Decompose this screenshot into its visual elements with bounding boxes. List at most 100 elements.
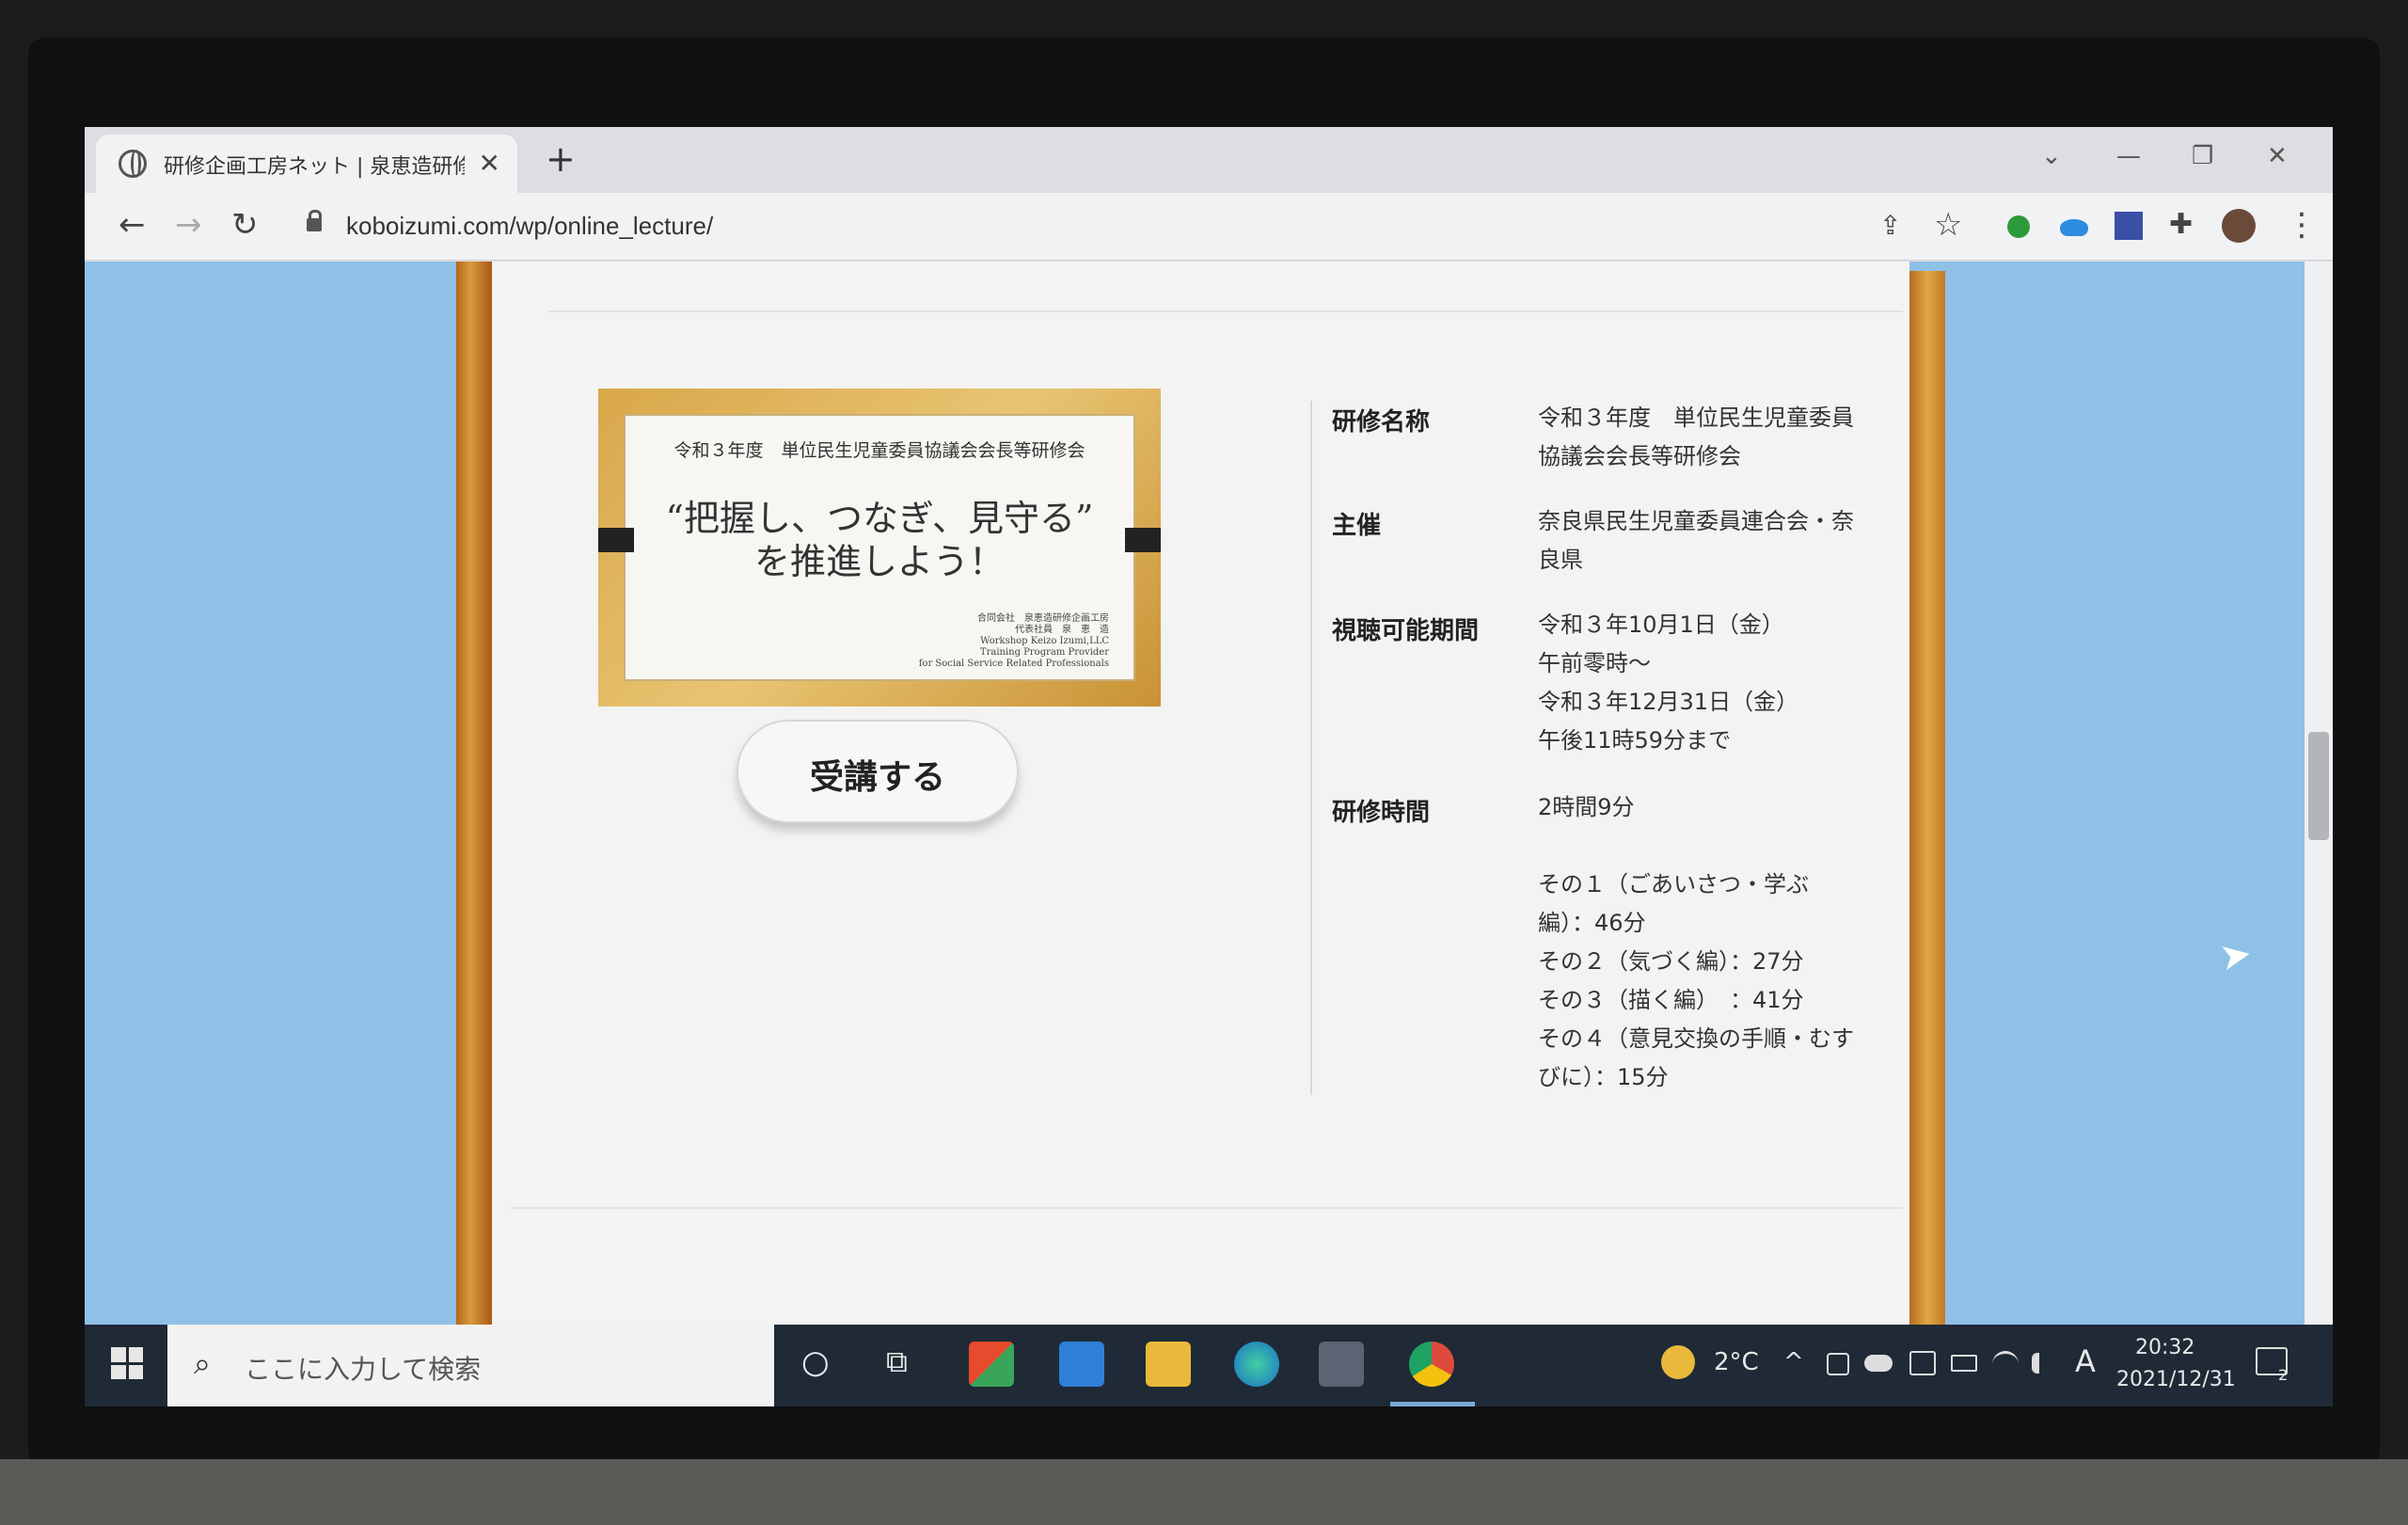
sig-line: 合同会社 泉恵造研修企画工房 (977, 613, 1109, 624)
sig-line: 代表社員 泉 恵 造 (1015, 625, 1109, 635)
task-view-icon[interactable]: ⧉ (886, 1343, 908, 1380)
clock-time[interactable]: 20:32 (2135, 1336, 2194, 1359)
screen: 研修企画工房ネット | 泉恵造研修企画 ✕ + ⌄ — ❐ ✕ ← → ↻ ko… (85, 127, 2333, 1406)
divider-bottom (511, 1207, 1903, 1209)
windows-start-icon[interactable] (111, 1347, 143, 1379)
page-viewport: 令和３年度 単位民生児童委員協議会会長等研修会 “把握し、つなぎ、見守る” を推… (85, 262, 2333, 1325)
duration-total: 2時間9分 (1538, 794, 1635, 820)
tab-title: 研修企画工房ネット | 泉恵造研修企画 (164, 155, 465, 179)
enroll-button-label: 受講する (809, 758, 945, 797)
sig-line: Training Program Provider (979, 647, 1109, 658)
mouse-cursor-icon: ➤ (2216, 931, 2256, 980)
reload-button[interactable]: ↻ (231, 206, 259, 244)
host-value: 奈良県民生児童委員連合会・奈 良県 (1538, 502, 1905, 580)
content-paper: 令和３年度 単位民生児童委員協議会会長等研修会 “把握し、つなぎ、見守る” を推… (492, 262, 1909, 1325)
duration-value: 2時間9分 (1538, 788, 1905, 827)
scrollbar[interactable] (2305, 262, 2333, 1325)
period-line: 令和３年10月1日（金） (1538, 612, 1784, 638)
meet-now-icon[interactable] (1827, 1353, 1849, 1375)
clock-date[interactable]: 2021/12/31 (2116, 1368, 2236, 1391)
address-bar[interactable]: koboizumi.com/wp/online_lecture/ (346, 212, 713, 241)
tray-overflow-icon[interactable]: ^ (1783, 1348, 1804, 1376)
minimize-button[interactable]: — (2116, 142, 2141, 170)
restore-button[interactable]: ❐ (2192, 142, 2213, 170)
period-label: 視聴可能期間 (1332, 617, 1480, 645)
active-app-indicator (1390, 1402, 1475, 1406)
tab-close-button[interactable]: ✕ (479, 148, 500, 179)
duration-part: びに）：15分 (1538, 1064, 1669, 1090)
wifi-icon[interactable] (1992, 1351, 2019, 1377)
camera-icon[interactable] (1319, 1342, 1364, 1387)
tab-search-chevron-icon[interactable]: ⌄ (2041, 142, 2062, 170)
notification-badge: 2 (2278, 1366, 2289, 1384)
period-line: 令和３年12月31日（金） (1538, 689, 1799, 715)
duration-parts: その１（ごあいさつ・学ぶ 編）：46分 その２（気づく編）：27分 その３（描く… (1538, 866, 1905, 1097)
store-icon[interactable] (969, 1342, 1014, 1387)
extensions-puzzle-icon[interactable]: ✚ (2169, 208, 2193, 241)
file-explorer-icon[interactable] (1146, 1342, 1191, 1387)
course-name-value: 令和３年度 単位民生児童委員 協議会会長等研修会 (1538, 399, 1905, 476)
duration-part: 編）：46分 (1538, 910, 1646, 936)
display-icon[interactable] (1909, 1351, 1936, 1375)
new-tab-button[interactable]: + (546, 138, 576, 180)
battery-icon[interactable] (1951, 1355, 1977, 1372)
divider-top (548, 310, 1903, 312)
host-label: 主催 (1332, 512, 1382, 540)
sig-line: for Social Service Related Professionals (918, 659, 1109, 669)
duration-label: 研修時間 (1332, 799, 1431, 827)
desk-surface (0, 1459, 2408, 1525)
thumbnail-top-line: 令和３年度 単位民生児童委員協議会会長等研修会 (673, 440, 1085, 461)
period-line: 午後11時59分まで (1538, 727, 1732, 754)
thumbnail-main-line2: を推進しよう！ (753, 541, 1005, 582)
duration-part: その３（描く編） ：41分 (1538, 987, 1804, 1013)
course-name-line: 令和３年度 単位民生児童委員 (1538, 405, 1854, 431)
weather-temperature[interactable]: 2°C (1714, 1348, 1759, 1376)
forward-button[interactable]: → (175, 206, 202, 244)
enroll-button[interactable]: 受講する (737, 720, 1019, 823)
details-divider (1310, 401, 1312, 1095)
browser-menu-icon[interactable]: ⋮ (2286, 206, 2318, 244)
edge-browser-icon[interactable] (1234, 1342, 1279, 1387)
course-name-label: 研修名称 (1332, 408, 1431, 437)
search-icon: ⌕ (194, 1345, 211, 1381)
chrome-icon[interactable] (1409, 1342, 1454, 1387)
onedrive-icon[interactable] (1864, 1355, 1893, 1372)
mail-icon[interactable] (1059, 1342, 1104, 1387)
taskbar: ⌕ ここに入力して検索 ○ ⧉ 2°C ^ A 20:32 2021/12/31… (85, 1325, 2333, 1406)
lock-icon (307, 210, 322, 231)
scrollbar-thumb[interactable] (2308, 732, 2329, 840)
thumbnail-tab-right (1125, 528, 1161, 552)
taskbar-search[interactable]: ⌕ ここに入力して検索 (167, 1325, 774, 1406)
ime-indicator[interactable]: A (2075, 1343, 2096, 1379)
cloud-extension-icon[interactable] (2060, 219, 2088, 236)
duration-part: その１（ごあいさつ・学ぶ (1538, 871, 1809, 898)
weather-icon[interactable] (1661, 1345, 1695, 1379)
bookmark-star-icon[interactable]: ☆ (1934, 206, 1962, 244)
volume-icon[interactable] (2032, 1353, 2054, 1374)
duration-part: その２（気づく編）：27分 (1538, 948, 1804, 975)
thumbnail-signature: 合同会社 泉恵造研修企画工房 代表社員 泉 恵 造 Workshop Keizo… (893, 613, 1109, 670)
sig-line: Workshop Keizo Izumi,LLC (980, 636, 1109, 646)
browser-toolbar: ← → ↻ koboizumi.com/wp/online_lecture/ ⇪… (85, 193, 2333, 261)
wood-frame-left (456, 262, 492, 1325)
lecture-thumbnail[interactable]: 令和３年度 単位民生児童委員協議会会長等研修会 “把握し、つなぎ、見守る” を推… (598, 389, 1161, 707)
search-placeholder: ここに入力して検索 (245, 1354, 482, 1385)
wood-frame-right (1909, 271, 1945, 1325)
cortana-icon[interactable]: ○ (801, 1343, 830, 1381)
translate-extension-icon[interactable] (2115, 212, 2143, 240)
share-icon[interactable]: ⇪ (1879, 210, 1901, 241)
green-extension-icon[interactable] (2007, 215, 2030, 238)
thumbnail-tab-left (598, 528, 634, 552)
duration-part: その４（意見交換の手順・むす (1538, 1025, 1854, 1052)
period-value: 令和３年10月1日（金） 午前零時～ 令和３年12月31日（金） 午後11時59… (1538, 606, 1905, 760)
host-line: 奈良県民生児童委員連合会・奈 (1538, 508, 1854, 534)
close-window-button[interactable]: ✕ (2267, 142, 2288, 170)
back-button[interactable]: ← (119, 206, 146, 244)
host-line: 良県 (1538, 547, 1583, 573)
period-line: 午前零時～ (1538, 650, 1651, 676)
browser-tab[interactable]: 研修企画工房ネット | 泉恵造研修企画 ✕ (96, 135, 517, 193)
thumbnail-card: 令和３年度 単位民生児童委員協議会会長等研修会 “把握し、つなぎ、見守る” を推… (624, 414, 1135, 681)
profile-avatar[interactable] (2222, 209, 2256, 243)
course-name-line: 協議会会長等研修会 (1538, 443, 1741, 469)
globe-icon (119, 150, 147, 178)
